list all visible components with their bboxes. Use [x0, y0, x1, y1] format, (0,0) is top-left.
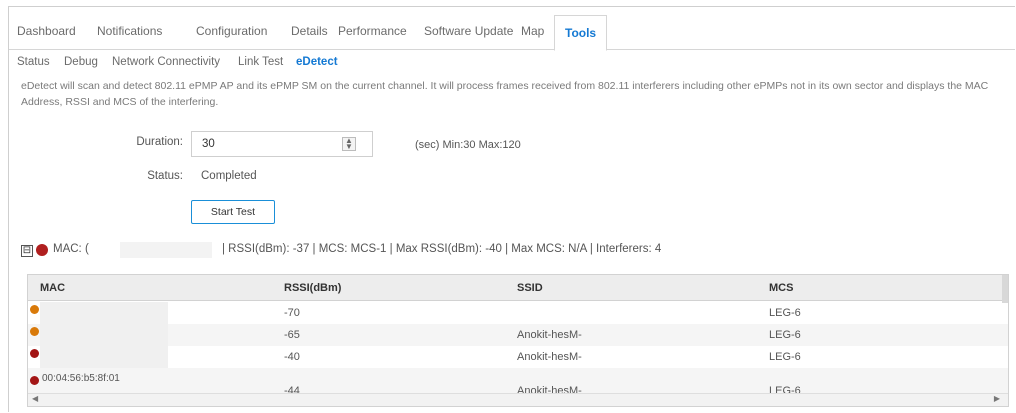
row-rssi: -44 — [284, 385, 300, 393]
tab-dashboard[interactable]: Dashboard — [17, 24, 76, 38]
scroll-right-icon[interactable]: ▶ — [994, 394, 1000, 403]
row-ssid: Anokit-hesM- — [517, 351, 582, 363]
column-header-ssid[interactable]: SSID — [517, 282, 543, 294]
row-mac: 00:04:56:b5:8f:01 — [42, 373, 120, 384]
tab-software-update[interactable]: Software Update — [424, 24, 513, 38]
row-ssid: Anokit-hesM- — [517, 329, 582, 341]
tab-details[interactable]: Details — [291, 24, 328, 38]
status-dot-icon — [30, 349, 39, 358]
column-header-mcs[interactable]: MCS — [769, 282, 793, 294]
column-header-mac[interactable]: MAC — [40, 282, 65, 294]
table-row[interactable]: -70 LEG-6 — [28, 302, 1008, 324]
vertical-scrollbar[interactable] — [1002, 275, 1008, 303]
status-label: Status: — [147, 170, 183, 182]
table-row[interactable]: -40 Anokit-hesM- LEG-6 — [28, 346, 1008, 368]
summary-details: | RSSI(dBm): -37 | MCS: MCS-1 | Max RSSI… — [222, 243, 662, 255]
status-value: Completed — [201, 170, 257, 182]
redacted-mac — [40, 302, 168, 324]
subtab-network-connectivity[interactable]: Network Connectivity — [112, 56, 220, 68]
status-dot-icon — [30, 376, 39, 385]
duration-label: Duration: — [136, 136, 183, 148]
subtab-link-test[interactable]: Link Test — [238, 56, 283, 68]
row-rssi: -40 — [284, 351, 300, 363]
subtab-edetect[interactable]: eDetect — [296, 56, 338, 68]
duration-spinner-icon[interactable]: ▲ ▼ — [342, 137, 356, 151]
summary-mac-label: MAC: ( — [53, 243, 89, 255]
row-rssi: -65 — [284, 329, 300, 341]
tab-tools[interactable]: Tools — [554, 15, 608, 51]
scroll-left-icon[interactable]: ◀ — [32, 394, 38, 403]
interferers-table: MAC RSSI(dBm) SSID MCS -70 LEG-6 -65 Ano… — [27, 274, 1009, 407]
redacted-mac — [40, 346, 168, 368]
table-header: MAC RSSI(dBm) SSID MCS — [28, 275, 1008, 303]
tab-performance[interactable]: Performance — [338, 24, 407, 38]
status-dot-icon — [36, 244, 48, 256]
row-mcs: LEG-6 — [769, 385, 801, 393]
row-rssi: -70 — [284, 307, 300, 319]
duration-range-hint: (sec) Min:30 Max:120 — [415, 139, 521, 151]
tab-notifications[interactable]: Notifications — [97, 24, 162, 38]
horizontal-scrollbar[interactable]: ◀ ▶ — [28, 393, 1008, 406]
start-test-button[interactable]: Start Test — [191, 200, 275, 224]
row-ssid: Anokit-hesM- — [517, 385, 582, 393]
tab-map[interactable]: Map — [521, 24, 544, 38]
subtab-debug[interactable]: Debug — [64, 56, 98, 68]
redacted-mac — [40, 324, 168, 346]
column-header-rssi[interactable]: RSSI(dBm) — [284, 282, 341, 294]
collapse-icon[interactable]: ⊟ — [21, 245, 33, 257]
top-nav-tabs: Dashboard Notifications Configuration De… — [9, 15, 1015, 51]
tab-configuration[interactable]: Configuration — [196, 24, 267, 38]
row-mcs: LEG-6 — [769, 351, 801, 363]
edetect-description: eDetect will scan and detect 802.11 ePMP… — [21, 80, 989, 108]
redacted-mac — [120, 242, 212, 258]
row-mcs: LEG-6 — [769, 307, 801, 319]
status-dot-icon — [30, 327, 39, 336]
sub-nav-tabs: Status Debug Network Connectivity Link T… — [9, 52, 1015, 72]
table-row[interactable]: 00:04:56:b5:8f:01 -44 Anokit-hesM- LEG-6 — [28, 368, 1008, 393]
status-dot-icon — [30, 305, 39, 314]
main-panel: Dashboard Notifications Configuration De… — [8, 6, 1015, 412]
subtab-status[interactable]: Status — [17, 56, 50, 68]
table-row[interactable]: -65 Anokit-hesM- LEG-6 — [28, 324, 1008, 346]
row-mcs: LEG-6 — [769, 329, 801, 341]
